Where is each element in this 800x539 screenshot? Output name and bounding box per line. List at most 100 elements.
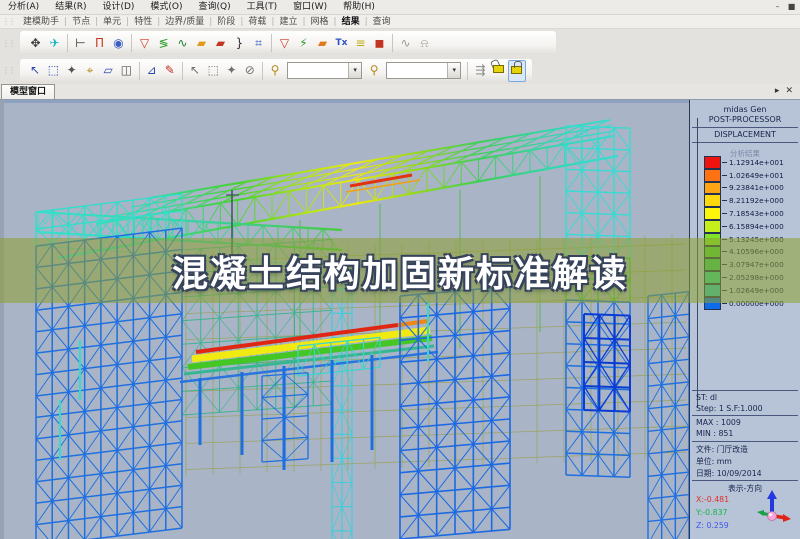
close-button[interactable]: ■ xyxy=(786,2,797,12)
unselect-window-icon[interactable]: ⬚ xyxy=(204,61,222,80)
moving-load-icon[interactable]: ⍾ xyxy=(415,34,434,53)
ribbon-tab-8[interactable]: 网格 xyxy=(306,15,334,29)
node-result-icon[interactable]: ≡ xyxy=(351,34,370,53)
ribbon-tab-1[interactable]: 节点 xyxy=(67,15,95,29)
lock-icon[interactable] xyxy=(508,60,526,82)
legend-entry: 7.18543e+000 xyxy=(704,207,784,220)
toolbar-separator xyxy=(467,62,468,80)
legend-color-swatch xyxy=(704,182,721,195)
menu-item-o[interactable]: 模式(O) xyxy=(142,0,190,15)
model-window-tab[interactable]: 模型窗口 xyxy=(1,84,55,99)
document-tab-strip: 模型窗口 ▸ ✕ xyxy=(0,84,800,100)
legend-entry: 6.15894e+000 xyxy=(704,220,784,233)
legend-color-swatch xyxy=(704,169,721,182)
strain-icon[interactable]: ⚡ xyxy=(294,34,313,53)
ribbon-tab-3[interactable]: 特性 xyxy=(129,15,157,29)
legend-entry: 5.13245e+000 xyxy=(704,233,784,246)
legend-color-swatch xyxy=(704,233,721,246)
select-plane-icon[interactable]: ▱ xyxy=(99,61,117,80)
window-controls: –■ xyxy=(772,2,800,12)
select-volume-icon[interactable]: ◫ xyxy=(117,61,135,80)
select-pen-icon[interactable]: ✎ xyxy=(161,61,179,80)
group-select-combo[interactable]: ▾ xyxy=(386,62,461,79)
ribbon-tab-0[interactable]: 建模助手 xyxy=(18,15,64,29)
reaction-icon[interactable]: ⊢ xyxy=(71,34,90,53)
menu-item-t[interactable]: 工具(T) xyxy=(239,0,286,15)
select-group-icon[interactable]: ⊿ xyxy=(142,61,160,80)
chevron-down-icon[interactable]: ▾ xyxy=(447,63,460,78)
legend-value: 5.13245e+000 xyxy=(729,235,784,244)
ribbon-tab-5[interactable]: 阶段 xyxy=(212,15,240,29)
select-polygon-icon[interactable]: ✦ xyxy=(63,61,81,80)
select-previous-icon[interactable]: ⚲ xyxy=(365,61,383,80)
select-identity-icon[interactable]: ⚲ xyxy=(266,61,284,80)
select-intersect-icon[interactable]: ⌖ xyxy=(81,61,99,80)
legend-value: 6.15894e+000 xyxy=(729,222,784,231)
beam-detail-icon[interactable]: ◉ xyxy=(109,34,128,53)
tab-scroll-icon[interactable]: ▸ xyxy=(775,85,780,97)
selection-toolbar: ⋮⋮ ↖⬚✦⌖▱◫⊿✎↖⬚✦⊘⚲▾⚲▾⇶ xyxy=(0,57,800,84)
truss-force-icon[interactable]: Π xyxy=(90,34,109,53)
unselect-polygon-icon[interactable]: ✦ xyxy=(222,61,240,80)
plate-stress-icon[interactable]: ▽ xyxy=(275,34,294,53)
panel-title-app: midas Gen xyxy=(690,105,800,114)
results-toolbar: ⋮⋮ ✥✈⊢Π◉▽≶∿▰▰}⌗▽⚡▰Tx≡◼∿⍾ xyxy=(0,29,800,57)
toolbar-separator xyxy=(67,34,68,52)
influence-line-icon[interactable]: ∿ xyxy=(396,34,415,53)
menu-item-a[interactable]: 分析(A) xyxy=(0,0,47,15)
ribbon-tab-6[interactable]: 荷载 xyxy=(243,15,271,29)
unlock-icon[interactable] xyxy=(490,60,508,82)
minimize-button[interactable]: – xyxy=(772,2,783,12)
deformed-shape-icon[interactable]: ✥ xyxy=(26,34,45,53)
ribbon-tab-2[interactable]: 单元 xyxy=(98,15,126,29)
local-direction-icon[interactable]: } xyxy=(230,34,249,53)
legend-value: 1.02649e+000 xyxy=(729,286,784,295)
menu-item-d[interactable]: 设计(D) xyxy=(94,0,142,15)
unselect-single-icon[interactable]: ↖ xyxy=(186,61,204,80)
plate-force-icon[interactable]: ▰ xyxy=(211,34,230,53)
workspace: midas Gen POST-PROCESSOR DISPLACEMENT 分析… xyxy=(0,100,800,539)
moment-diagram-icon[interactable]: ∿ xyxy=(173,34,192,53)
direction-x-value: X:-0.481 xyxy=(696,495,729,504)
shear-force-icon[interactable]: ≶ xyxy=(154,34,173,53)
rule xyxy=(692,480,798,481)
select-single-icon[interactable]: ↖ xyxy=(26,61,44,80)
select-window-icon[interactable]: ⬚ xyxy=(44,61,62,80)
slab-result-icon[interactable]: ▰ xyxy=(313,34,332,53)
axial-force-icon[interactable]: ▽ xyxy=(135,34,154,53)
solid-result-icon[interactable]: ◼ xyxy=(370,34,389,53)
menu-item-q[interactable]: 查询(Q) xyxy=(191,0,239,15)
menu-item-w[interactable]: 窗口(W) xyxy=(285,0,335,15)
legend-tick xyxy=(722,290,727,291)
legend-color-swatch xyxy=(704,284,721,297)
toolbar-grip: ⋮⋮ xyxy=(0,39,18,48)
chevron-down-icon[interactable]: ▾ xyxy=(348,63,361,78)
menu-items: 分析(A)结果(R)设计(D)模式(O)查询(Q)工具(T)窗口(W)帮助(H) xyxy=(0,0,383,15)
beam-stress-icon[interactable]: ▰ xyxy=(192,34,211,53)
rule xyxy=(692,390,798,391)
menu-item-r[interactable]: 结果(R) xyxy=(47,0,94,15)
legend-color-swatch xyxy=(704,297,721,310)
grid-result-icon[interactable]: ⌗ xyxy=(249,34,268,53)
model-viewport[interactable] xyxy=(0,100,689,539)
rule xyxy=(692,441,798,442)
named-plane-combo[interactable]: ▾ xyxy=(287,62,362,79)
post-processor-panel: midas Gen POST-PROCESSOR DISPLACEMENT 分析… xyxy=(690,100,800,539)
ribbon-tabs: 建模助手|节点|单元|特性|边界/质量|阶段|荷载|建立|网格|结果|查询 xyxy=(18,15,396,29)
active-all-icon[interactable]: ⇶ xyxy=(471,61,489,80)
legend-tick xyxy=(722,264,727,265)
file-label: 文件: 门厅改造 xyxy=(696,444,748,455)
legend-tick xyxy=(722,187,727,188)
menu-item-h[interactable]: 帮助(H) xyxy=(335,0,383,15)
displacement-search-icon[interactable]: ✈ xyxy=(45,34,64,53)
ribbon-tab-7[interactable]: 建立 xyxy=(274,15,302,29)
tab-close-icon[interactable]: ✕ xyxy=(785,85,793,97)
text-result-icon[interactable]: Tx xyxy=(332,34,351,53)
legend-tick xyxy=(722,226,727,227)
ribbon-tab-4[interactable]: 边界/质量 xyxy=(160,15,209,29)
ribbon-tab-10[interactable]: 查询 xyxy=(368,15,396,29)
legend-color-swatch xyxy=(704,220,721,233)
unselect-all-icon[interactable]: ⊘ xyxy=(241,61,259,80)
ribbon-tab-9[interactable]: 结果 xyxy=(337,15,365,29)
combo-value xyxy=(387,63,447,78)
